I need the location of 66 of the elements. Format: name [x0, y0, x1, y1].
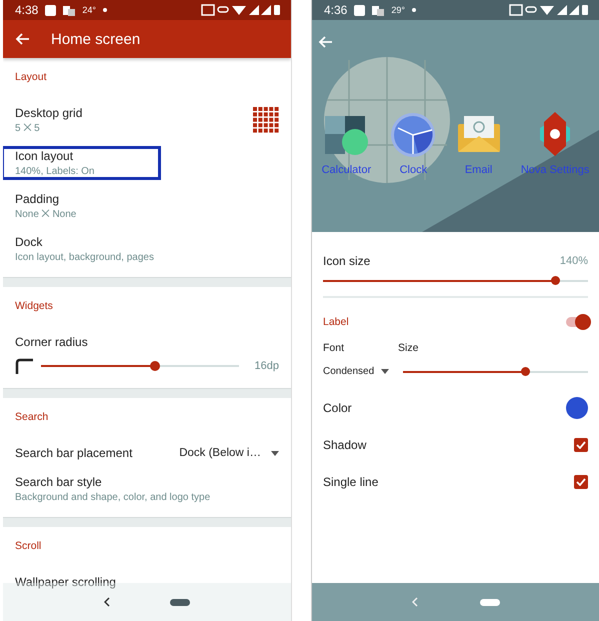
- home-button[interactable]: [170, 598, 190, 606]
- caret-icon: [381, 369, 390, 374]
- slider-thumb[interactable]: [521, 366, 530, 376]
- setting-summary: Background and shape, color, and logo type: [15, 492, 212, 503]
- section-heading: Label: [323, 316, 349, 328]
- slider-value: 140%: [560, 255, 588, 267]
- setting-title: Wallpaper scrolling: [15, 575, 117, 589]
- grid-icon: [253, 107, 279, 133]
- link-icon: [217, 6, 229, 13]
- app-label: Calculator: [322, 164, 372, 176]
- setting-summary: 5 ⨉ 5: [15, 123, 41, 134]
- dot-icon: [102, 8, 107, 12]
- clock-icon[interactable]: [390, 110, 436, 158]
- color-swatch[interactable]: [566, 396, 588, 418]
- wifi-icon: [232, 6, 246, 15]
- battery-icon: [274, 5, 280, 15]
- cast-icon: [201, 4, 215, 16]
- clock-time: 4:36: [324, 3, 348, 17]
- app-icon: [63, 4, 76, 16]
- app-label: Email: [464, 164, 492, 176]
- setting-title: Icon size: [323, 254, 370, 268]
- battery-icon: [582, 5, 588, 15]
- notification-icon: [354, 4, 366, 16]
- setting-title: Single line: [323, 474, 378, 488]
- home-button[interactable]: [480, 598, 500, 606]
- field-label: Size: [398, 342, 418, 354]
- setting-title: Icon layout: [15, 149, 74, 163]
- setting-title: Padding: [15, 192, 60, 206]
- notification-icon: [45, 4, 56, 16]
- checkbox[interactable]: [574, 438, 588, 452]
- toggle-switch[interactable]: [566, 317, 588, 327]
- setting-summary: None ⨉ None: [15, 209, 78, 220]
- caret-icon: [271, 450, 279, 456]
- corner-icon: [15, 358, 33, 374]
- cast-icon: [509, 4, 523, 16]
- checkbox[interactable]: [574, 474, 588, 488]
- link-icon: [525, 6, 537, 13]
- section-heading: Search: [15, 410, 50, 425]
- app-label: Nova Settings: [520, 164, 590, 176]
- slider-value: 16dp: [254, 360, 279, 372]
- wifi-icon: [540, 6, 554, 15]
- section-heading: Widgets: [15, 299, 54, 314]
- back-icon[interactable]: [104, 597, 110, 607]
- field-label: Font: [323, 342, 346, 354]
- section-heading: Layout: [15, 70, 48, 85]
- setting-title: Shadow: [323, 438, 366, 452]
- slider-thumb[interactable]: [150, 361, 160, 371]
- setting-title: Dock: [15, 235, 44, 249]
- app-icon: [372, 4, 384, 16]
- clock-time: 4:38: [15, 3, 38, 17]
- setting-title: Desktop grid: [15, 106, 84, 120]
- setting-summary: 140%, Labels: On: [15, 166, 96, 177]
- setting-title: Search bar style: [15, 475, 103, 489]
- setting-title: Corner radius: [15, 335, 89, 349]
- temperature: 29°: [391, 5, 405, 15]
- section-heading: Scroll: [15, 539, 42, 554]
- setting-summary: Icon layout, background, pages: [15, 252, 155, 263]
- setting-title: Search bar placement: [15, 446, 134, 460]
- app-label: Clock: [400, 164, 428, 176]
- screen-title: Home screen: [51, 30, 140, 48]
- temperature: 24°: [82, 5, 96, 15]
- font-dropdown[interactable]: Condensed: [323, 366, 390, 377]
- setting-title: Color: [323, 400, 352, 414]
- dot-icon: [412, 8, 416, 12]
- slider-thumb[interactable]: [550, 276, 560, 285]
- dropdown[interactable]: Dock (Below i…: [179, 447, 279, 459]
